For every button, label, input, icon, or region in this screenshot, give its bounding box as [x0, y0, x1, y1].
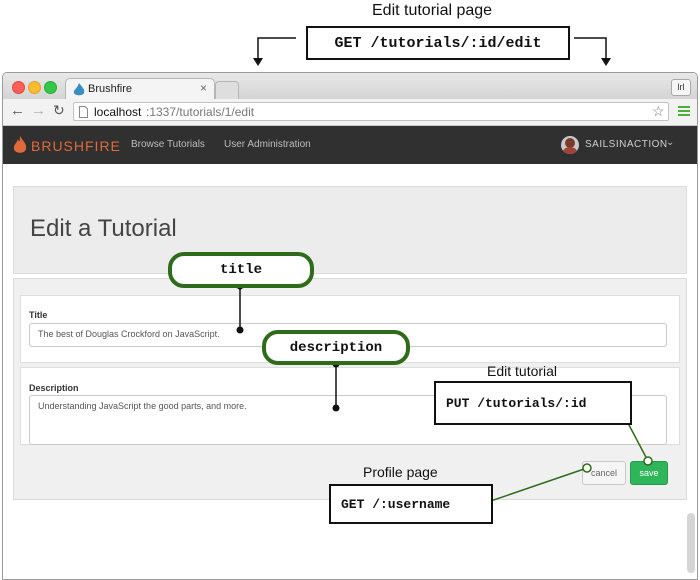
close-window-button[interactable] [12, 81, 25, 94]
description-callout: description [262, 330, 410, 365]
chevron-down-icon[interactable]: ⌄ [666, 137, 674, 148]
minimize-window-button[interactable] [28, 81, 41, 94]
back-arrow-icon[interactable]: ← [10, 102, 25, 119]
description-label: Description [29, 383, 79, 393]
browser-tab[interactable]: Brushfire × [65, 78, 215, 99]
brand-logo-text[interactable]: BRUSHFIRE [31, 138, 121, 154]
username-dropdown[interactable]: SAILSINACTION [585, 139, 668, 150]
scrollbar[interactable] [687, 513, 695, 573]
top-route-arrows [253, 37, 611, 66]
user-avatar[interactable] [561, 136, 579, 154]
cancel-button[interactable]: cancel [582, 461, 626, 485]
site-navbar: BRUSHFIRE Browse Tutorials User Administ… [3, 126, 697, 164]
browser-toolbar: ← → ↻ localhost :1337/tutorials/1/edit ☆ [3, 99, 697, 126]
forward-arrow-icon[interactable]: → [31, 102, 46, 119]
menu-hamburger-icon[interactable] [678, 106, 690, 117]
browser-titlebar: Brushfire × lrl [3, 73, 697, 100]
page-header: Edit a Tutorial [13, 186, 687, 274]
title-callout: title [168, 252, 314, 288]
address-bar[interactable]: localhost :1337/tutorials/1/edit ☆ [73, 102, 669, 121]
new-tab-button[interactable] [215, 81, 239, 99]
edit-tutorial-annotation: Edit tutorial [487, 363, 558, 379]
bookmark-star-icon[interactable]: ☆ [652, 103, 665, 120]
save-button[interactable]: save [630, 461, 668, 485]
nav-user-administration[interactable]: User Administration [224, 139, 311, 150]
title-label: Title [29, 310, 48, 320]
user-profile-badge[interactable]: lrl [671, 79, 691, 96]
close-tab-icon[interactable]: × [200, 81, 207, 95]
flame-logo-icon [13, 136, 27, 153]
profile-route-box: GET /:username [329, 484, 493, 524]
brushfire-favicon-icon [73, 83, 85, 96]
url-path: :1337/tutorials/1/edit [146, 105, 255, 119]
tab-title: Brushfire [88, 83, 133, 95]
page-title: Edit a Tutorial [30, 215, 177, 242]
page-icon [79, 106, 88, 118]
edit-route-box: PUT /tutorials/:id [434, 381, 632, 425]
reload-icon[interactable]: ↻ [53, 102, 65, 119]
nav-browse-tutorials[interactable]: Browse Tutorials [131, 139, 205, 150]
url-host: localhost [94, 105, 142, 119]
profile-page-annotation: Profile page [363, 464, 438, 480]
maximize-window-button[interactable] [44, 81, 57, 94]
